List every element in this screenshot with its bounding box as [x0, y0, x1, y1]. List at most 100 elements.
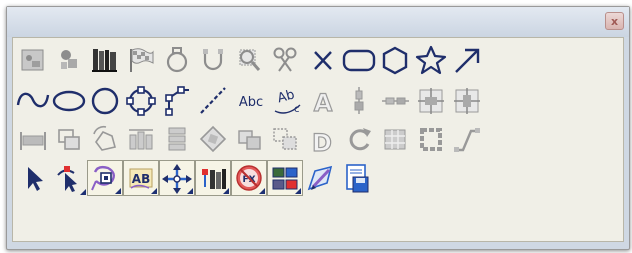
title-bar[interactable]: x	[7, 7, 629, 37]
flag-tool[interactable]	[123, 42, 159, 78]
pen-page-icon	[307, 165, 333, 191]
frame-tool[interactable]	[413, 121, 449, 157]
submenu-corner	[187, 188, 193, 194]
group-icon	[238, 130, 261, 150]
toolbox-window: x Abc Ab c A D AB FX	[6, 6, 630, 250]
same-width-tool[interactable]	[15, 121, 51, 157]
center-horizontal-icon	[418, 88, 444, 114]
close-icon: x	[610, 14, 619, 28]
submenu-corner	[259, 188, 265, 194]
rotate-tool[interactable]	[195, 121, 231, 157]
save-document-icon	[346, 164, 369, 193]
picture-icon	[21, 49, 44, 71]
zoom-tool[interactable]	[231, 42, 267, 78]
ellipse-tool[interactable]	[51, 82, 87, 118]
distribute-vertical-icon	[168, 127, 186, 151]
group-tool[interactable]	[231, 121, 267, 157]
rotate-shape-tool[interactable]	[87, 121, 123, 157]
ellipse-icon	[52, 90, 86, 112]
select-tool[interactable]	[15, 160, 51, 196]
curve-tool[interactable]	[15, 82, 51, 118]
3d-letter-label: D	[312, 129, 332, 157]
same-width-icon	[20, 132, 46, 150]
outline-letter-label: A	[314, 89, 333, 117]
effects-tool[interactable]: FX	[231, 160, 267, 196]
rounded-rect-tool[interactable]	[341, 42, 377, 78]
submenu-corner	[223, 188, 229, 194]
grid-tool[interactable]	[377, 121, 413, 157]
books-icon	[92, 49, 117, 72]
connector-tool[interactable]	[449, 121, 485, 157]
center-vertical-icon	[454, 88, 480, 114]
cut-tool[interactable]	[267, 42, 303, 78]
frame-select-tool[interactable]	[87, 160, 123, 196]
align-center-horizontal-tool[interactable]	[377, 82, 413, 118]
image-tool[interactable]	[15, 42, 51, 78]
circle-with-handles-icon	[126, 86, 156, 116]
move-tool[interactable]	[159, 160, 195, 196]
frame-icon	[420, 128, 442, 151]
align-center-vertical-tool[interactable]	[341, 82, 377, 118]
submenu-corner	[151, 188, 157, 194]
library-insert-tool[interactable]	[195, 160, 231, 196]
curved-text-icon: Ab c	[274, 87, 301, 115]
x-mark-icon	[314, 51, 332, 70]
arrow-line-tool[interactable]	[449, 42, 485, 78]
node-edit-tool[interactable]	[51, 160, 87, 196]
outline-text-tool[interactable]: A	[305, 82, 341, 118]
align-horizontal-icon	[382, 97, 409, 105]
distribute-vertical-tool[interactable]	[159, 121, 195, 157]
circle-points-tool[interactable]	[123, 82, 159, 118]
submenu-corner	[80, 189, 86, 195]
pointer-arrow-icon	[28, 167, 43, 191]
submenu-corner	[295, 188, 301, 194]
center-horizontal-tool[interactable]	[413, 82, 449, 118]
layers-tool[interactable]	[267, 160, 303, 196]
diagonal-arrow-icon	[455, 48, 480, 73]
distribute-horizontal-tool[interactable]	[123, 121, 159, 157]
scissors-icon	[273, 47, 297, 72]
magnet-tool[interactable]	[195, 42, 231, 78]
wave-curve-icon	[16, 92, 50, 108]
grid-icon	[384, 129, 406, 150]
same-size-icon	[58, 129, 80, 150]
distribute-horizontal-icon	[129, 129, 153, 150]
star-icon	[415, 45, 447, 75]
text-select-tool[interactable]: AB	[123, 160, 159, 196]
circle-icon	[91, 87, 119, 115]
connector-icon	[454, 128, 480, 152]
same-size-tool[interactable]	[51, 121, 87, 157]
text-abc-label: Abc	[239, 95, 263, 110]
text-select-label: AB	[132, 172, 150, 186]
edit-pen-tool[interactable]	[303, 160, 339, 196]
clipart-tool[interactable]	[51, 42, 87, 78]
dashed-line-icon	[200, 87, 226, 114]
ring-tool[interactable]	[159, 42, 195, 78]
rotate-icon	[199, 125, 227, 153]
close-button[interactable]: x	[605, 12, 624, 30]
star-tool[interactable]	[413, 42, 449, 78]
submenu-corner	[115, 188, 121, 194]
rotate-shape-icon	[93, 125, 116, 151]
rounded-rectangle-icon	[342, 49, 376, 72]
polyline-tool[interactable]	[159, 82, 195, 118]
text-tool[interactable]: Abc	[233, 82, 269, 118]
3d-tool[interactable]: D	[303, 121, 339, 157]
text-abc-icon: Abc	[239, 95, 263, 110]
circle-tool[interactable]	[87, 82, 123, 118]
hexagon-tool[interactable]	[377, 42, 413, 78]
ungroup-tool[interactable]	[267, 121, 303, 157]
library-tool[interactable]	[87, 42, 123, 78]
dashed-line-tool[interactable]	[195, 82, 231, 118]
tool-palette: Abc Ab c A D AB FX	[12, 37, 624, 242]
center-vertical-tool[interactable]	[449, 82, 485, 118]
ring-icon	[166, 47, 188, 73]
curved-text-tool[interactable]: Ab c	[269, 82, 305, 118]
checkered-flag-icon	[130, 48, 154, 72]
ungroup-icon	[273, 128, 297, 150]
x-shape-tool[interactable]	[305, 42, 341, 78]
magnifier-icon	[239, 49, 261, 71]
outline-letter-icon: A	[313, 88, 333, 117]
save-document-tool[interactable]	[339, 160, 375, 196]
refresh-tool[interactable]	[341, 121, 377, 157]
